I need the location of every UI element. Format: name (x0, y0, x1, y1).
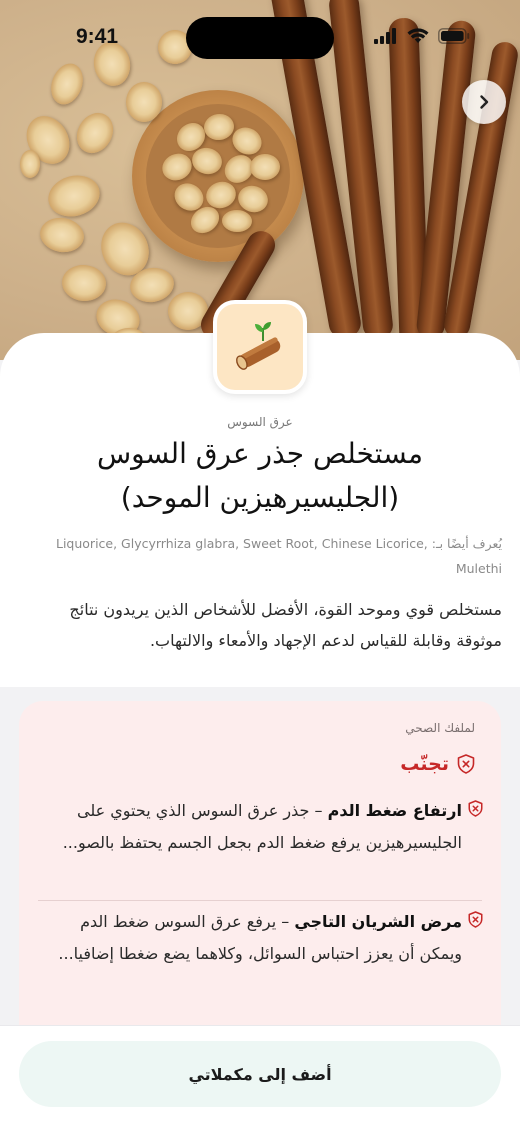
status-icons (374, 28, 470, 44)
licorice-slice (202, 112, 236, 142)
product-description: مستخلص قوي وموحد القوة، الأفضل للأشخاص ا… (69, 600, 502, 650)
licorice-slice (126, 82, 162, 122)
shield-x-icon (457, 754, 475, 774)
licorice-root-icon (236, 322, 281, 370)
health-issue-item[interactable]: ارتفاع ضغط الدم – جذر عرق السوس الذي يحت… (39, 795, 483, 859)
avoid-header: تجنّب (400, 753, 475, 775)
licorice-slice (43, 169, 105, 223)
health-issue-text: مرض الشريان التاجي – يرفع عرق السوس ضغط … (39, 906, 462, 970)
avoid-label: تجنّب (400, 753, 449, 775)
next-image-button[interactable] (462, 80, 506, 124)
shield-x-icon (468, 800, 483, 817)
divider (38, 900, 482, 901)
also-known-as: يُعرف أيضًا بـ: Liquorice, Glycyrrhiza g… (20, 531, 502, 581)
health-issue-title: مرض الشريان التاجي (294, 912, 462, 931)
health-issue-title: ارتفاع ضغط الدم (327, 801, 462, 820)
health-issue-item[interactable]: مرض الشريان التاجي – يرفع عرق السوس ضغط … (39, 906, 483, 970)
licorice-slice (249, 153, 281, 181)
licorice-slice (45, 59, 89, 109)
licorice-slice (158, 149, 196, 185)
wifi-icon (407, 28, 429, 43)
product-icon-tile (213, 300, 307, 394)
battery-icon (438, 28, 470, 44)
status-time: 9:41 (76, 25, 119, 48)
product-title: مستخلص جذر عرق السوس (الجليسيرهيزين المو… (96, 437, 424, 514)
chevron-right-icon (480, 95, 489, 109)
dynamic-island (186, 17, 334, 59)
bowl-of-licorice-slices (132, 90, 304, 262)
health-issue-text: ارتفاع ضغط الدم – جذر عرق السوس الذي يحت… (39, 795, 462, 859)
licorice-slice (69, 106, 121, 160)
shield-x-icon (468, 911, 483, 928)
add-to-supplements-button[interactable]: أضف إلى مكملاتي (19, 1041, 501, 1107)
bottom-action-bar: أضف إلى مكملاتي (0, 1025, 520, 1130)
licorice-slice (60, 263, 108, 303)
licorice-slice (221, 209, 253, 233)
licorice-slice (20, 150, 40, 178)
licorice-slice (37, 214, 87, 256)
signal-icon (374, 28, 396, 44)
health-card-caption: لملفك الصحي (405, 721, 475, 735)
also-known-as-prefix: يُعرف أيضًا بـ: (431, 536, 502, 551)
product-category: عرق السوس (227, 415, 293, 429)
